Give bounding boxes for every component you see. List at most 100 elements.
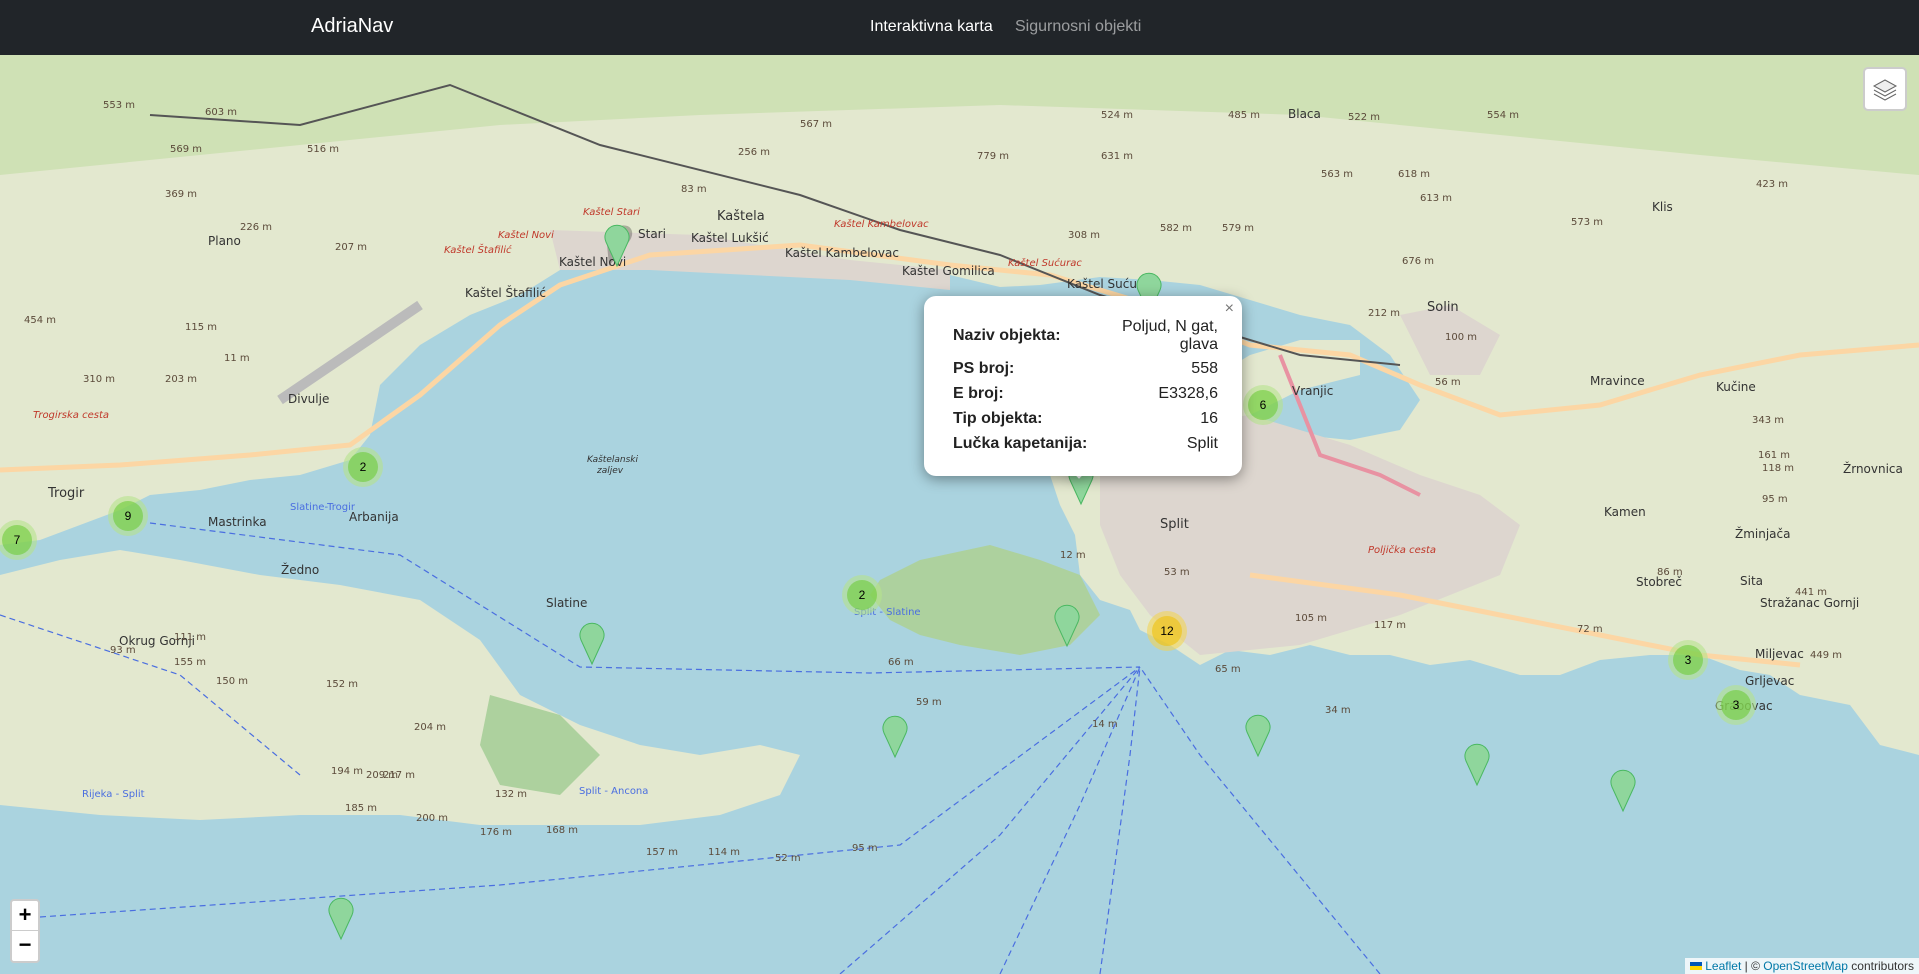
svg-text:Vranjic: Vranjic <box>1292 384 1333 398</box>
svg-text:194 m: 194 m <box>331 766 363 777</box>
svg-text:86 m: 86 m <box>1657 567 1683 578</box>
svg-text:157 m: 157 m <box>646 847 678 858</box>
svg-text:Kaštel Stari: Kaštel Stari <box>583 206 640 218</box>
layers-icon <box>1872 79 1898 101</box>
svg-text:522 m: 522 m <box>1348 112 1380 123</box>
svg-text:Kaštel Štafilić: Kaštel Štafilić <box>465 285 546 300</box>
svg-text:83 m: 83 m <box>681 184 707 195</box>
marker-cluster[interactable]: 3 <box>1716 685 1756 725</box>
marker-cluster[interactable]: 2 <box>842 575 882 615</box>
svg-text:Kaštel Kambelovac: Kaštel Kambelovac <box>785 246 899 260</box>
svg-text:Split: Split <box>1160 517 1189 532</box>
nav-link-safety-objects[interactable]: Sigurnosni objekti <box>1015 18 1141 36</box>
svg-text:53 m: 53 m <box>1164 567 1190 578</box>
svg-text:Solin: Solin <box>1427 300 1459 315</box>
zoom-in-button[interactable]: + <box>12 901 38 931</box>
svg-text:Stražanac Gornji: Stražanac Gornji <box>1760 596 1859 610</box>
svg-text:Plano: Plano <box>208 234 241 248</box>
svg-text:Arbanija: Arbanija <box>349 510 399 524</box>
svg-text:217 m: 217 m <box>383 770 415 781</box>
svg-text:95 m: 95 m <box>852 843 878 854</box>
svg-text:454 m: 454 m <box>24 315 56 326</box>
svg-text:485 m: 485 m <box>1228 110 1260 121</box>
svg-text:11 m: 11 m <box>224 353 250 364</box>
svg-text:Divulje: Divulje <box>288 392 329 406</box>
svg-text:308 m: 308 m <box>1068 230 1100 241</box>
popup-row: E broj: E3328,6 <box>953 384 1218 402</box>
svg-text:310 m: 310 m <box>83 374 115 385</box>
svg-text:66 m: 66 m <box>888 657 914 668</box>
svg-text:118 m: 118 m <box>1762 463 1794 474</box>
svg-text:52 m: 52 m <box>775 853 801 864</box>
marker-cluster[interactable]: 2 <box>343 447 383 487</box>
svg-text:34 m: 34 m <box>1325 705 1351 716</box>
marker-cluster[interactable]: 3 <box>1668 640 1708 680</box>
svg-text:Kamen: Kamen <box>1604 505 1646 519</box>
svg-text:105 m: 105 m <box>1295 613 1327 624</box>
marker-popup: × Naziv objekta: Poljud, N gat, glava PS … <box>924 296 1242 476</box>
svg-text:204 m: 204 m <box>414 722 446 733</box>
svg-text:152 m: 152 m <box>326 679 358 690</box>
close-icon[interactable]: × <box>1225 300 1234 318</box>
layers-control-button[interactable] <box>1863 67 1907 111</box>
svg-text:441 m: 441 m <box>1795 587 1827 598</box>
svg-text:93 m: 93 m <box>110 645 136 656</box>
svg-text:343 m: 343 m <box>1752 415 1784 426</box>
map-tiles[interactable]: Kaštela Stari Kaštel Novi Kaštel Lukšić … <box>0 55 1919 974</box>
svg-text:Klis: Klis <box>1652 200 1673 214</box>
svg-text:Kaštela: Kaštela <box>717 209 765 224</box>
svg-text:Mravince: Mravince <box>1590 374 1645 388</box>
svg-text:Kaštel Štafilić: Kaštel Štafilić <box>444 243 512 256</box>
nav-link-interactive-map[interactable]: Interaktivna karta <box>870 18 993 36</box>
svg-text:Trogirska cesta: Trogirska cesta <box>33 410 109 421</box>
map-pin-icon[interactable] <box>327 895 367 941</box>
svg-text:369 m: 369 m <box>165 189 197 200</box>
svg-text:256 m: 256 m <box>738 147 770 158</box>
svg-text:168 m: 168 m <box>546 825 578 836</box>
svg-text:226 m: 226 m <box>240 222 272 233</box>
map-pin-icon[interactable] <box>1244 712 1284 758</box>
popup-row: PS broj: 558 <box>953 359 1218 377</box>
map-container[interactable]: Kaštela Stari Kaštel Novi Kaštel Lukšić … <box>0 55 1919 974</box>
marker-cluster[interactable]: 12 <box>1147 611 1187 651</box>
svg-text:Kaštel Sućurac: Kaštel Sućurac <box>1008 257 1082 269</box>
svg-text:Trogir: Trogir <box>47 486 85 501</box>
svg-text:Slatine: Slatine <box>546 596 587 610</box>
map-pin-icon[interactable] <box>603 222 643 268</box>
svg-text:95 m: 95 m <box>1762 494 1788 505</box>
svg-text:Žminjača: Žminjača <box>1735 526 1791 541</box>
svg-text:Miljevac: Miljevac <box>1755 647 1804 661</box>
marker-cluster[interactable]: 9 <box>108 496 148 536</box>
navbar: AdriaNav Interaktivna karta Sigurnosni o… <box>0 0 1919 55</box>
svg-text:155 m: 155 m <box>174 657 206 668</box>
map-pin-icon[interactable] <box>1609 767 1649 813</box>
svg-text:567 m: 567 m <box>800 119 832 130</box>
svg-text:Kaštel Kambelovac: Kaštel Kambelovac <box>834 218 929 230</box>
svg-text:176 m: 176 m <box>480 827 512 838</box>
svg-text:618 m: 618 m <box>1398 169 1430 180</box>
svg-text:Kučine: Kučine <box>1716 380 1756 394</box>
leaflet-link[interactable]: Leaflet <box>1705 959 1741 973</box>
map-pin-icon[interactable] <box>1463 741 1503 787</box>
svg-text:582 m: 582 m <box>1160 223 1192 234</box>
svg-text:563 m: 563 m <box>1321 169 1353 180</box>
svg-text:516 m: 516 m <box>307 144 339 155</box>
svg-text:200 m: 200 m <box>416 813 448 824</box>
marker-cluster[interactable]: 6 <box>1243 385 1283 425</box>
svg-text:14 m: 14 m <box>1092 719 1118 730</box>
map-pin-icon[interactable] <box>1053 602 1093 648</box>
popup-row: Lučka kapetanija: Split <box>953 434 1218 452</box>
svg-text:Grljevac: Grljevac <box>1745 674 1794 688</box>
svg-text:Žrnovnica: Žrnovnica <box>1843 461 1903 476</box>
zoom-out-button[interactable]: − <box>12 931 38 961</box>
svg-text:631 m: 631 m <box>1101 151 1133 162</box>
map-pin-icon[interactable] <box>578 620 618 666</box>
svg-text:613 m: 613 m <box>1420 193 1452 204</box>
svg-text:161 m: 161 m <box>1758 450 1790 461</box>
brand-logo[interactable]: AdriaNav <box>311 15 393 38</box>
map-pin-icon[interactable] <box>881 713 921 759</box>
osm-link[interactable]: OpenStreetMap <box>1763 959 1848 973</box>
svg-text:185 m: 185 m <box>345 803 377 814</box>
popup-row: Tip objekta: 16 <box>953 409 1218 427</box>
svg-text:779 m: 779 m <box>977 151 1009 162</box>
